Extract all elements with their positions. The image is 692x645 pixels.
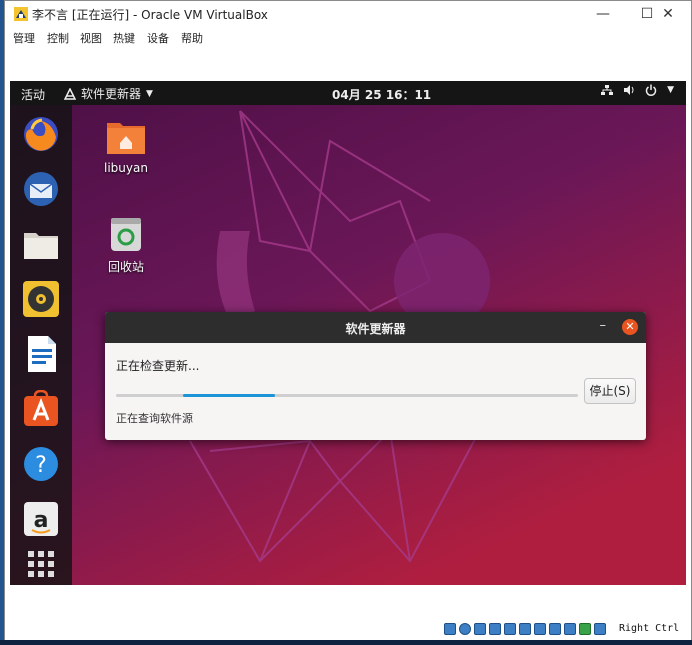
desktop-icon-trash[interactable]: 回收站 bbox=[91, 214, 161, 275]
virtualbox-window: 李不言 [正在运行] - Oracle VM VirtualBox — ☐ ✕ … bbox=[4, 0, 692, 641]
app-menu-label: 软件更新器 bbox=[81, 87, 142, 101]
desktop-icon-label: libuyan bbox=[104, 161, 148, 175]
close-icon: ✕ bbox=[662, 6, 674, 22]
menu-hotkeys[interactable]: 热键 bbox=[113, 30, 135, 46]
dialog-title: 软件更新器 bbox=[345, 322, 406, 336]
update-status-text: 正在检查更新... bbox=[116, 359, 200, 373]
trash-icon bbox=[111, 218, 141, 251]
system-tray[interactable]: ▼ bbox=[601, 84, 674, 96]
host-key-label: Right Ctrl bbox=[619, 623, 680, 634]
software-updater-dialog: 软件更新器 – ✕ 正在检查更新... 停止(S) 正在查询软件源 bbox=[105, 312, 646, 440]
menu-help[interactable]: 帮助 bbox=[181, 30, 203, 46]
network-adapter-icon[interactable] bbox=[489, 623, 501, 635]
amazon-icon[interactable]: a bbox=[22, 500, 60, 538]
menu-manage[interactable]: 管理 bbox=[13, 30, 35, 46]
activities-button[interactable]: 活动 bbox=[21, 86, 45, 103]
window-title: 李不言 [正在运行] - Oracle VM VirtualBox bbox=[32, 8, 268, 22]
volume-icon bbox=[624, 85, 634, 95]
firefox-icon[interactable] bbox=[22, 115, 60, 153]
gnome-top-bar: 活动 软件更新器 ▼ 04月 25 16：11 ▼ bbox=[10, 81, 686, 105]
network-icon bbox=[601, 85, 614, 95]
hard-disk-icon[interactable] bbox=[444, 623, 456, 635]
dock: ? a bbox=[10, 105, 72, 585]
app-menu[interactable]: 软件更新器 ▼ bbox=[64, 85, 153, 102]
libreoffice-writer-icon[interactable] bbox=[22, 335, 60, 373]
status-icons bbox=[444, 623, 606, 635]
software-updater-icon bbox=[64, 87, 76, 100]
clock[interactable]: 04月 25 16：11 bbox=[332, 86, 431, 103]
optical-drive-icon[interactable] bbox=[459, 623, 471, 635]
shared-folders-icon[interactable] bbox=[519, 623, 531, 635]
minimize-button[interactable]: — bbox=[581, 1, 625, 27]
home-folder-icon bbox=[107, 123, 145, 154]
usb-icon[interactable] bbox=[504, 623, 516, 635]
progress-fill bbox=[182, 394, 276, 397]
chevron-down-icon: ▼ bbox=[667, 85, 674, 95]
video-capture-icon[interactable] bbox=[549, 623, 561, 635]
dialog-header[interactable]: 软件更新器 – ✕ bbox=[105, 312, 646, 343]
guest-screen[interactable]: 活动 软件更新器 ▼ 04月 25 16：11 ▼ ? a libuyan 回收… bbox=[10, 81, 686, 585]
desktop-icon-home[interactable]: libuyan bbox=[91, 119, 161, 175]
chevron-down-icon: ▼ bbox=[146, 88, 153, 99]
thunderbird-icon[interactable] bbox=[22, 170, 60, 208]
rhythmbox-icon[interactable] bbox=[22, 280, 60, 318]
dialog-minimize-icon[interactable]: – bbox=[600, 318, 607, 333]
dialog-close-icon[interactable]: ✕ bbox=[622, 319, 638, 335]
audio-icon[interactable] bbox=[474, 623, 486, 635]
files-icon[interactable] bbox=[22, 225, 60, 263]
progress-bar bbox=[116, 394, 578, 397]
window-titlebar[interactable]: 李不言 [正在运行] - Oracle VM VirtualBox — ☐ ✕ bbox=[5, 1, 691, 27]
minimize-icon: — bbox=[596, 6, 610, 22]
menu-control[interactable]: 控制 bbox=[47, 30, 69, 46]
display-icon[interactable] bbox=[534, 623, 546, 635]
update-substatus-text: 正在查询软件源 bbox=[116, 412, 193, 425]
svg-text:a: a bbox=[34, 508, 49, 533]
stop-button[interactable]: 停止(S) bbox=[584, 378, 636, 404]
keyboard-icon[interactable] bbox=[594, 623, 606, 635]
host-taskbar bbox=[0, 640, 692, 645]
software-center-icon[interactable] bbox=[22, 389, 60, 428]
close-button[interactable]: ✕ bbox=[645, 1, 691, 27]
mouse-integration-icon[interactable] bbox=[579, 623, 591, 635]
menu-devices[interactable]: 设备 bbox=[147, 30, 169, 46]
show-apps-icon[interactable] bbox=[22, 545, 60, 583]
power-icon bbox=[645, 84, 657, 96]
cpu-icon[interactable] bbox=[564, 623, 576, 635]
virtualbox-app-icon bbox=[14, 7, 28, 21]
desktop-icon-label: 回收站 bbox=[107, 260, 144, 274]
svg-text:?: ? bbox=[35, 453, 47, 478]
help-icon[interactable]: ? bbox=[22, 445, 60, 483]
vm-status-bar: Right Ctrl bbox=[5, 619, 691, 641]
menu-view[interactable]: 视图 bbox=[80, 30, 102, 46]
menu-bar: 管理 控制 视图 热键 设备 帮助 bbox=[5, 27, 691, 47]
